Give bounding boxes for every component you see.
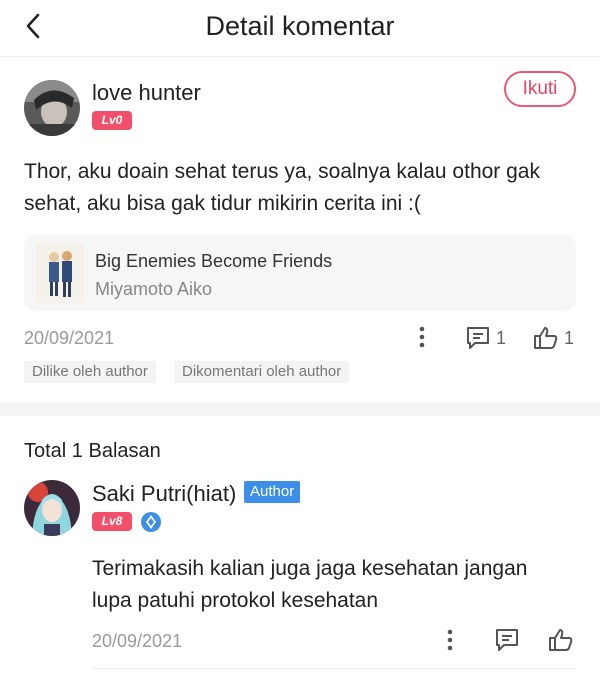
tag-liked-by-author: Dilike oleh author <box>24 361 156 383</box>
reply-text: Terimakasih kalian juga jaga kesehatan j… <box>92 557 528 612</box>
follow-button[interactable]: Ikuti <box>504 71 576 107</box>
reply-username[interactable]: Saki Putri(hiat) <box>92 481 236 507</box>
comment-icon[interactable] <box>465 326 491 350</box>
header-divider <box>0 56 600 57</box>
reply-count: 1 <box>496 328 507 348</box>
book-title: Big Enemies Become Friends <box>95 251 333 271</box>
like-count: 1 <box>564 328 575 348</box>
comment-icon[interactable] <box>494 628 520 652</box>
thumbs-up-icon[interactable] <box>533 325 559 351</box>
page-title: Detail komentar <box>205 11 395 41</box>
author-badge: Author <box>244 481 301 503</box>
book-cover <box>36 243 84 303</box>
section-divider <box>0 402 600 416</box>
book-card[interactable]: Big Enemies Become Friends Miyamoto Aiko <box>24 235 576 311</box>
more-vertical-icon[interactable] <box>440 628 460 652</box>
comment-date: 20/09/2021 <box>24 328 115 348</box>
replies-count-title: Total 1 Balasan <box>24 440 161 462</box>
more-vertical-icon[interactable] <box>412 325 432 349</box>
thumbs-up-icon[interactable] <box>548 627 574 653</box>
tag-commented-by-author: Dikomentari oleh author <box>174 361 350 383</box>
level-badge: Lv0 <box>92 111 132 130</box>
avatar[interactable] <box>24 80 80 136</box>
reply-avatar[interactable] <box>24 480 80 536</box>
reply-level-badge: Lv8 <box>92 512 132 531</box>
comment-username[interactable]: love hunter <box>92 80 201 106</box>
header: Detail komentar <box>0 0 600 56</box>
book-author: Miyamoto Aiko <box>95 279 213 299</box>
reply-divider <box>92 668 576 669</box>
verified-icon <box>140 511 162 533</box>
comment-text: Thor, aku doain sehat terus ya, soalnya … <box>24 160 540 215</box>
reply-date: 20/09/2021 <box>92 631 183 651</box>
